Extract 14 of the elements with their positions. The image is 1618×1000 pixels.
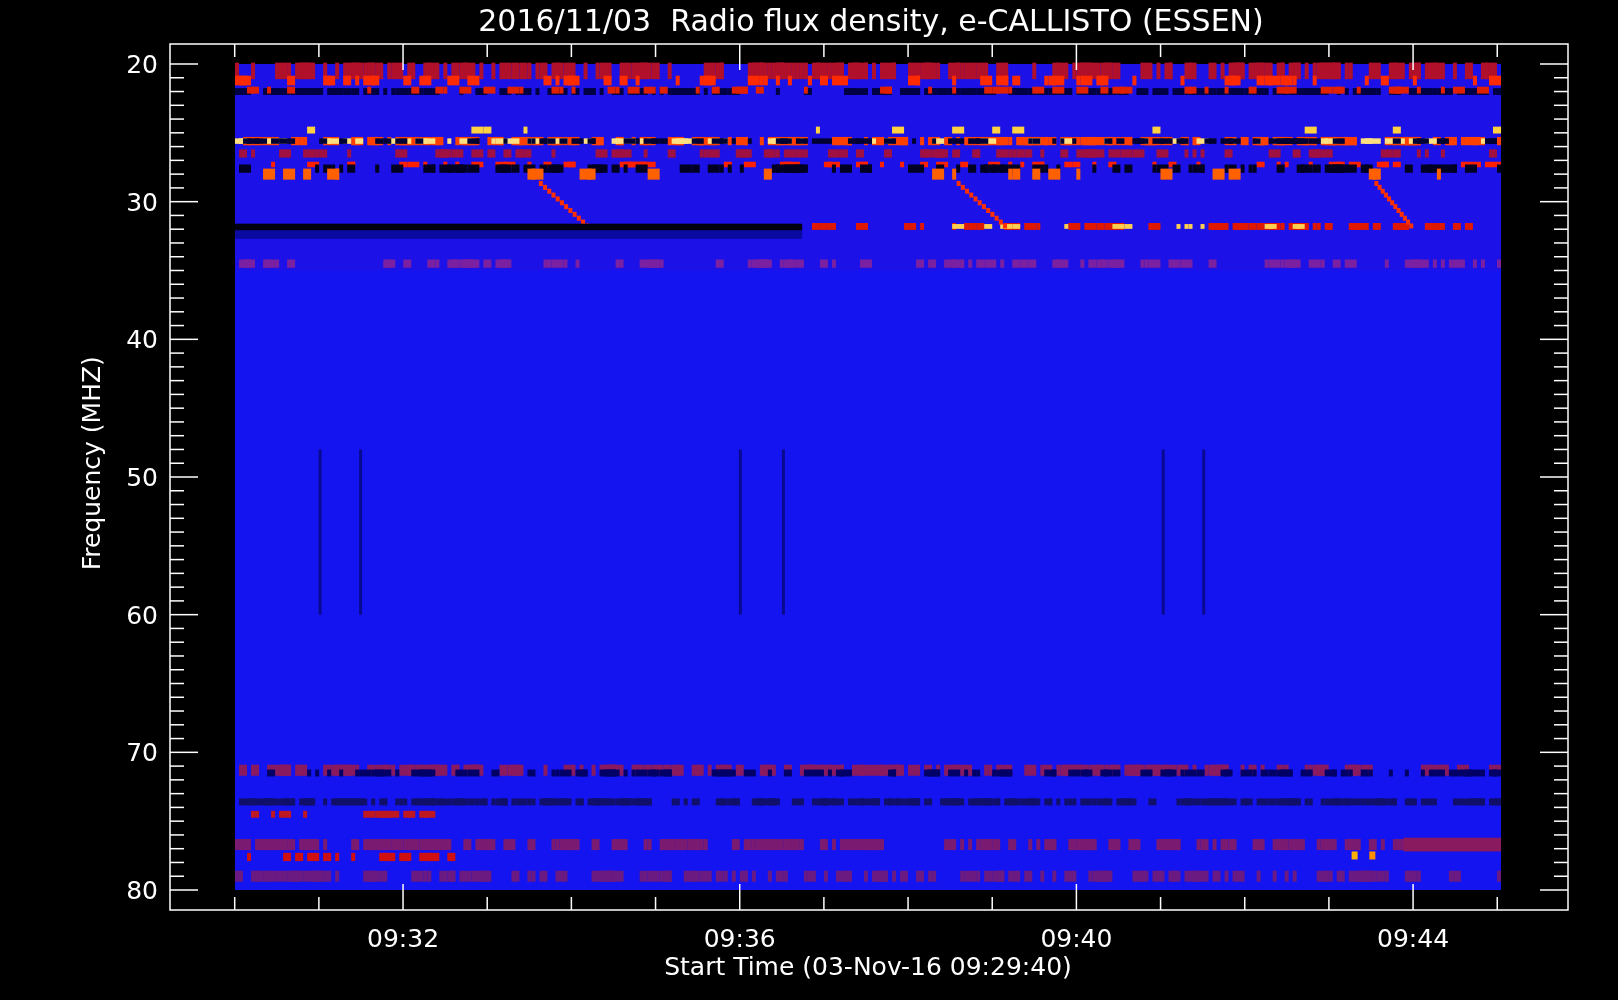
x-tick-label: 09:40 [1040, 924, 1113, 953]
y-tick-label: 20 [126, 50, 158, 79]
y-tick-label: 70 [126, 738, 158, 768]
y-tick-label: 50 [126, 463, 158, 492]
x-axis-label: Start Time (03-Nov-16 09:29:40) [664, 952, 1072, 981]
x-tick-label: 09:32 [367, 924, 440, 953]
x-tick-label: 09:36 [703, 924, 776, 953]
x-tick-label: 09:44 [1377, 924, 1450, 953]
y-tick-label: 60 [126, 600, 158, 630]
y-tick-label: 30 [126, 187, 158, 217]
y-tick-label: 80 [126, 876, 158, 905]
y-axis-label: Frequency (MHZ) [77, 356, 106, 571]
y-tick-label: 40 [126, 325, 158, 355]
plot-title: 2016/11/03 Radio flux density, e-CALLISTO (ESSEN) [478, 2, 1264, 40]
